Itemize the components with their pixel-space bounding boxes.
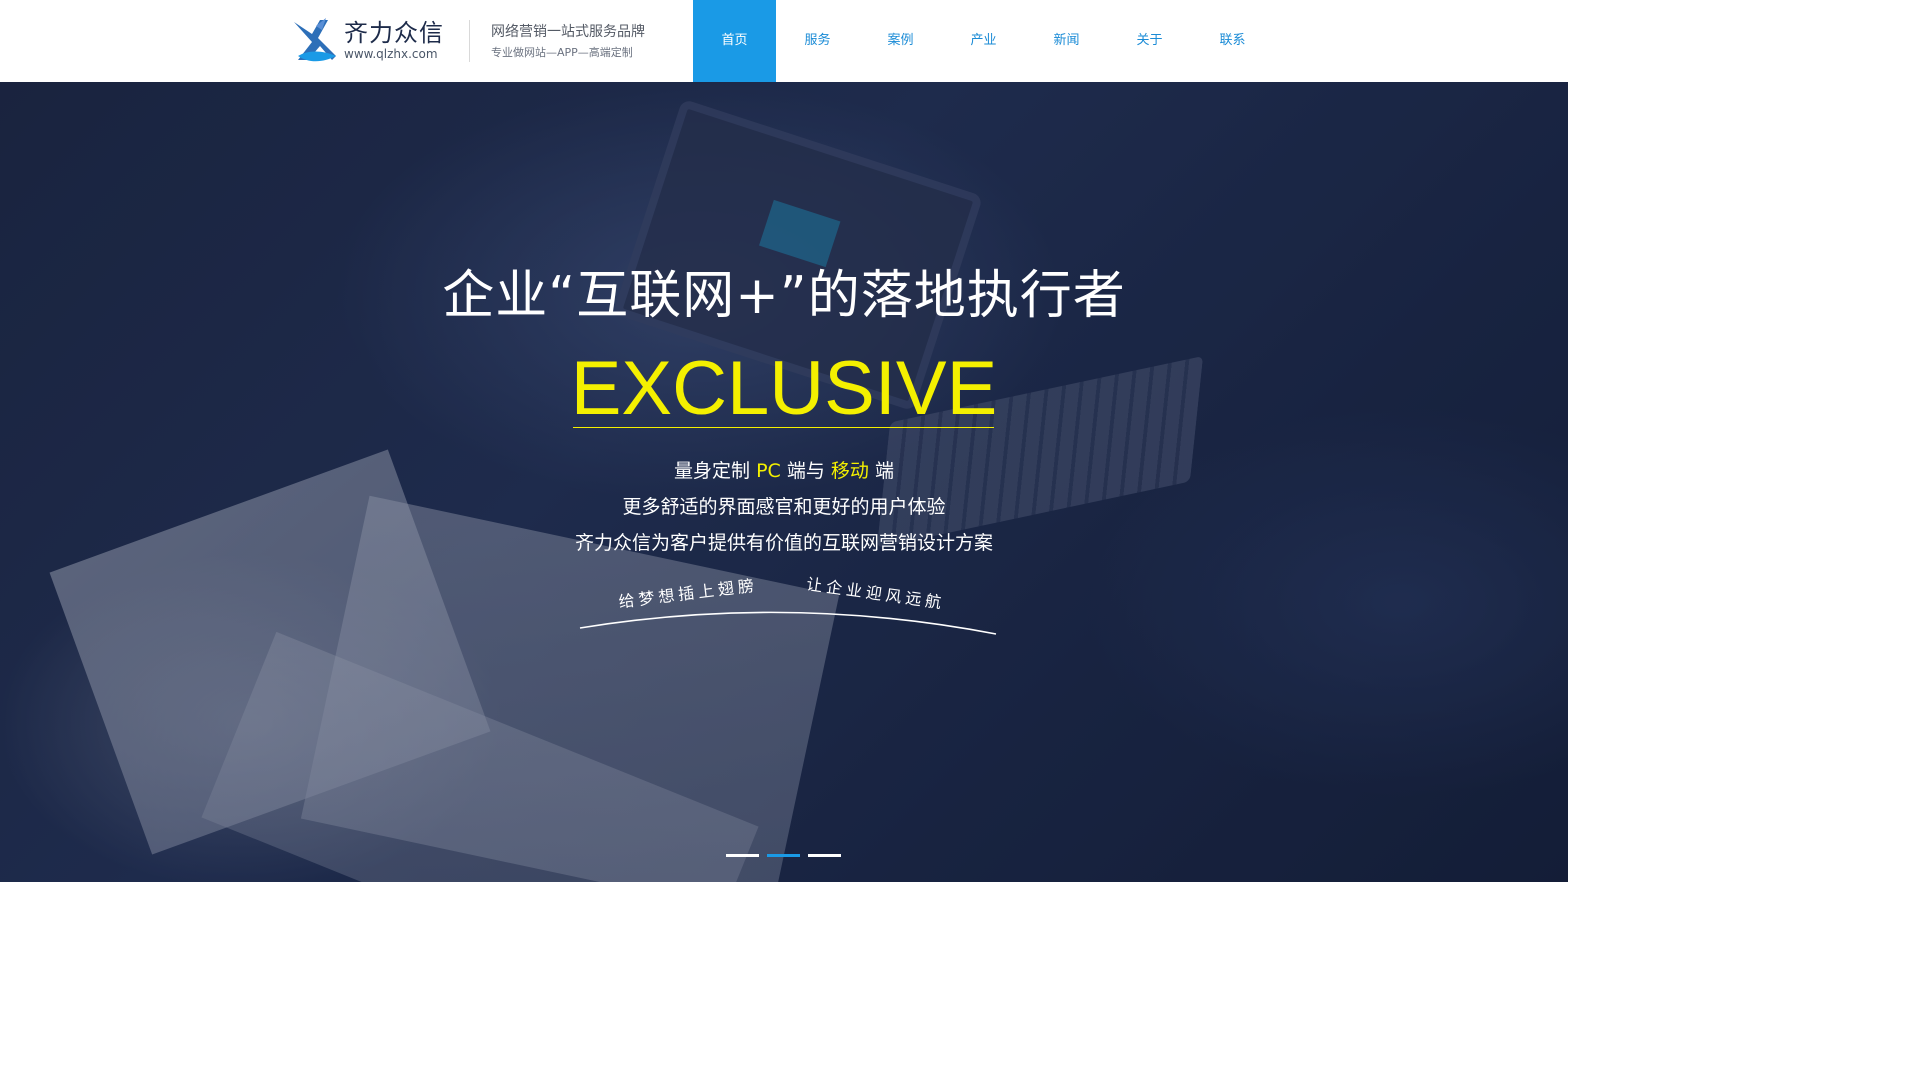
highlight-underline: [573, 427, 994, 428]
site-header: 齐力众信 www.qlzhx.com 网络营销一站式服务品牌 专业做网站—APP…: [0, 0, 1568, 82]
nav-item-news[interactable]: 新闻: [1025, 0, 1108, 82]
brand-name: 齐力众信: [344, 19, 444, 47]
site-logo[interactable]: 齐力众信 www.qlzhx.com: [292, 16, 452, 66]
carousel-dot-2[interactable]: [767, 854, 800, 857]
carousel-indicators: [726, 854, 849, 857]
nav-item-about[interactable]: 关于: [1108, 0, 1191, 82]
brand-subtagline: 专业做网站—APP—高端定制: [491, 46, 633, 59]
bird-logo-icon: [294, 18, 336, 62]
header-divider: [469, 20, 470, 62]
nav-item-industry[interactable]: 产业: [942, 0, 1025, 82]
hero-highlight: EXCLUSIVE: [570, 346, 998, 431]
line1-pc: PC: [756, 460, 781, 482]
main-nav: 首页 服务 案例 产业 新闻 关于 联系: [693, 0, 1274, 82]
hero-title: 企业“互联网+”的落地执行者: [442, 266, 1126, 326]
line1-prefix: 量身定制: [674, 460, 757, 482]
nav-item-cases[interactable]: 案例: [859, 0, 942, 82]
hero-line-3: 齐力众信为客户提供有价值的互联网营销设计方案: [574, 532, 993, 554]
carousel-dot-1[interactable]: [726, 854, 759, 857]
hero-line-2: 更多舒适的界面感官和更好的用户体验: [622, 496, 946, 518]
line1-middle: 端与: [780, 460, 831, 482]
brand-tagline: 网络营销一站式服务品牌: [491, 24, 645, 40]
line1-suffix: 端: [868, 460, 894, 482]
brand-url: www.qlzhx.com: [344, 47, 438, 61]
carousel-dot-3[interactable]: [808, 854, 841, 857]
nav-item-home[interactable]: 首页: [693, 0, 776, 82]
hero-line-1: 量身定制 PC 端与 移动 端: [0, 459, 1568, 483]
line1-mobile: 移动: [830, 460, 869, 482]
nav-item-contact[interactable]: 联系: [1191, 0, 1274, 82]
nav-item-services[interactable]: 服务: [776, 0, 859, 82]
slogan-arc: [579, 611, 997, 635]
hero-banner: 企业“互联网+”的落地执行者 EXCLUSIVE 量身定制 PC 端与 移动 端…: [0, 82, 1568, 882]
